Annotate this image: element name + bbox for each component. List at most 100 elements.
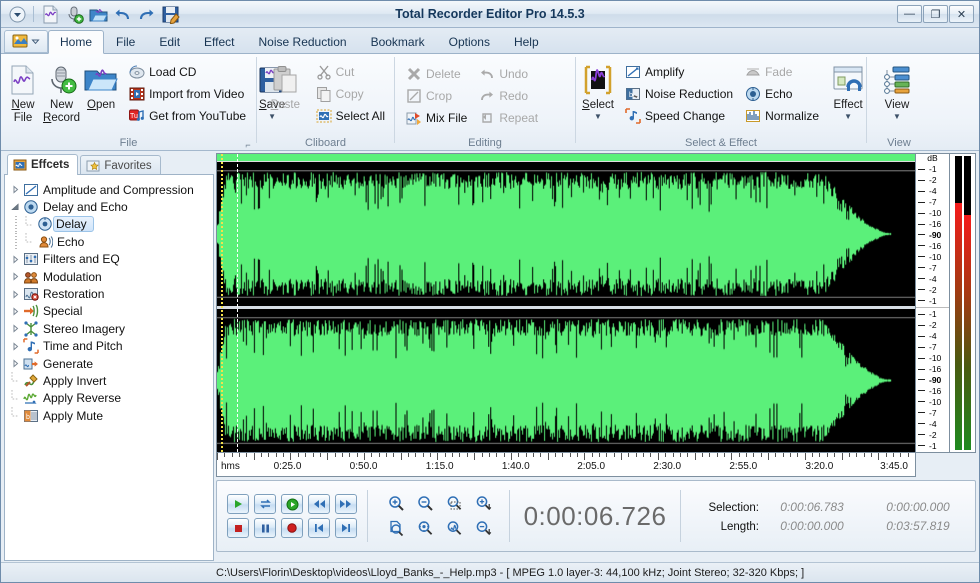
timeline-ruler[interactable]: hms 0:25.00:50.01:15.01:40.02:05.02:30.0… — [216, 453, 916, 477]
waveform-overview-bar[interactable] — [217, 154, 915, 162]
zoom-out-button[interactable] — [415, 494, 435, 513]
tree-expander-collapsed[interactable] — [9, 255, 22, 264]
select-button[interactable]: Select ▼ — [580, 59, 616, 125]
import-from-video-button[interactable]: Import from Video — [126, 83, 251, 104]
zoom-normal-button[interactable] — [444, 519, 464, 538]
view-button[interactable]: View ▼ — [871, 59, 923, 125]
tree-expander-expanded[interactable] — [9, 203, 22, 212]
zoom-in-button[interactable] — [386, 494, 406, 513]
new-record-icon — [46, 63, 78, 97]
zoom-full-button[interactable] — [415, 519, 435, 538]
fast-forward-button[interactable] — [335, 494, 357, 514]
tree-expander-collapsed[interactable] — [9, 342, 22, 351]
redo-ribbon-button[interactable]: Redo — [476, 85, 543, 106]
load-cd-button[interactable]: Load CD — [126, 61, 251, 82]
new-file-button[interactable]: NewFile — [5, 59, 41, 128]
rewind-button[interactable] — [308, 494, 330, 514]
select-dropdown-caret-icon[interactable]: ▼ — [594, 113, 602, 121]
record-button[interactable] — [281, 518, 303, 538]
loop-button[interactable] — [254, 494, 276, 514]
noise-reduction-button[interactable]: b Noise Reduction — [622, 83, 738, 104]
echo-button[interactable]: Echo — [742, 83, 824, 104]
tab-options[interactable]: Options — [437, 30, 502, 53]
tree-item-special[interactable]: Special — [7, 303, 211, 320]
tree-item-generate[interactable]: Generate — [7, 355, 211, 372]
zoom-to-selection-button[interactable] — [444, 494, 464, 513]
select-all-button[interactable]: Select All — [313, 105, 390, 126]
stop-button[interactable] — [227, 518, 249, 538]
tab-help[interactable]: Help — [502, 30, 551, 53]
redo-icon[interactable] — [135, 4, 157, 25]
app-menu-button[interactable] — [4, 30, 48, 53]
cut-button[interactable]: Cut — [313, 61, 390, 82]
copy-button[interactable]: Copy — [313, 83, 390, 104]
crop-button[interactable]: Crop — [403, 85, 472, 106]
tree-item-filters-and-eq[interactable]: Filters and EQ — [7, 251, 211, 268]
effects-tree[interactable]: Amplitude and CompressionDelay and EchoD… — [4, 174, 214, 561]
go-to-end-button[interactable] — [335, 518, 357, 538]
speed-change-button[interactable]: Speed Change — [622, 105, 738, 126]
tab-effects[interactable]: Effcets — [7, 154, 78, 175]
delete-button[interactable]: Delete — [403, 63, 472, 84]
get-from-youtube-button[interactable]: Tu Get from YouTube — [126, 105, 251, 126]
tab-effect[interactable]: Effect — [192, 30, 246, 53]
tab-file[interactable]: File — [104, 30, 147, 53]
db-tick: -4 — [916, 186, 949, 196]
effect-dropdown-caret-icon[interactable]: ▼ — [844, 113, 852, 121]
view-dropdown-caret-icon[interactable]: ▼ — [893, 113, 901, 121]
tree-expander-collapsed[interactable] — [9, 185, 22, 194]
play-button[interactable] — [227, 494, 249, 514]
close-button[interactable]: ✕ — [949, 5, 974, 23]
minimize-button[interactable]: — — [897, 5, 922, 23]
tree-item-apply-mute[interactable]: bApply Mute — [7, 407, 211, 424]
maximize-button[interactable]: ❐ — [923, 5, 948, 23]
customize-qat-icon[interactable] — [6, 4, 28, 25]
open-button[interactable]: Open — [82, 59, 120, 116]
effect-button[interactable]: Effect ▼ — [830, 59, 866, 125]
tree-item-time-and-pitch[interactable]: Time and Pitch — [7, 338, 211, 355]
tab-noise-reduction[interactable]: Noise Reduction — [247, 30, 359, 53]
tree-expander-collapsed[interactable] — [9, 307, 22, 316]
tree-item-restoration[interactable]: Restoration — [7, 285, 211, 302]
waveform-panel[interactable] — [216, 153, 916, 453]
tab-home[interactable]: Home — [48, 30, 104, 54]
mix-file-button[interactable]: Mix File — [403, 107, 472, 128]
open-icon[interactable] — [87, 4, 109, 25]
tab-bookmark[interactable]: Bookmark — [359, 30, 437, 53]
undo-icon[interactable] — [111, 4, 133, 25]
file-dialog-launcher-icon[interactable]: ⌐ — [243, 138, 253, 148]
new-record-icon[interactable] — [63, 4, 85, 25]
tree-item-stereo-imagery[interactable]: Stereo Imagery — [7, 320, 211, 337]
waveform-channel-right[interactable] — [217, 306, 915, 453]
tree-item-echo[interactable]: Echo — [7, 233, 211, 250]
new-file-icon[interactable] — [39, 4, 61, 25]
tree-expander-collapsed[interactable] — [9, 359, 22, 368]
zoom-vertical-out-button[interactable] — [473, 519, 493, 538]
waveform-channel-left[interactable] — [217, 162, 915, 306]
tab-favorites[interactable]: Favorites — [80, 155, 160, 175]
tree-item-delay[interactable]: Delay — [7, 216, 211, 233]
fade-button[interactable]: Fade — [742, 61, 824, 82]
save-icon[interactable] — [159, 4, 181, 25]
zoom-vertical-in-button[interactable] — [473, 494, 493, 513]
playhead-cursor[interactable] — [237, 154, 238, 452]
new-record-button[interactable]: NewRecord — [41, 59, 82, 128]
undo-ribbon-button[interactable]: Undo — [476, 63, 543, 84]
tree-item-delay-and-echo[interactable]: Delay and Echo — [7, 198, 211, 215]
zoom-to-page-button[interactable] — [386, 519, 406, 538]
amplify-button[interactable]: Amplify — [622, 61, 738, 82]
tree-expander-collapsed[interactable] — [9, 324, 22, 333]
tree-expander-collapsed[interactable] — [9, 290, 22, 299]
tree-item-apply-reverse[interactable]: Apply Reverse — [7, 390, 211, 407]
repeat-button[interactable]: Repeat — [476, 107, 543, 128]
tree-item-modulation[interactable]: Modulation — [7, 268, 211, 285]
paste-button[interactable]: Paste — [261, 59, 310, 116]
pause-button[interactable] — [254, 518, 276, 538]
tree-expander-collapsed[interactable] — [9, 272, 22, 281]
go-to-start-button[interactable] — [308, 518, 330, 538]
normalize-button[interactable]: Normalize — [742, 105, 824, 126]
tree-item-apply-invert[interactable]: Apply Invert — [7, 372, 211, 389]
play-selection-button[interactable] — [281, 494, 303, 514]
tab-edit[interactable]: Edit — [147, 30, 192, 53]
tree-item-amplitude-and-compression[interactable]: Amplitude and Compression — [7, 181, 211, 198]
